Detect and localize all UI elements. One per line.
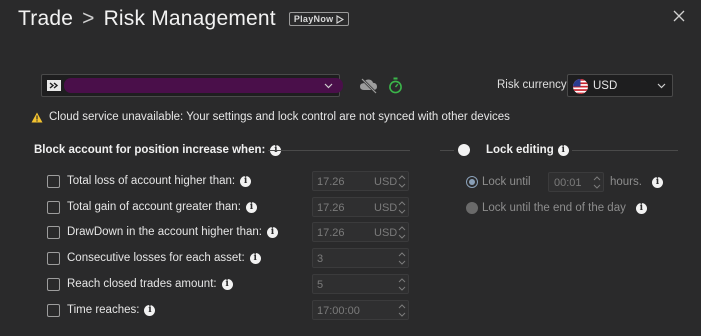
time-reaches-label: Time reaches: — [67, 304, 140, 316]
info-icon[interactable]: i — [249, 252, 261, 264]
hours-label-group: hours. i — [610, 176, 663, 188]
lock-section-heading: Lock editing i — [486, 144, 569, 156]
stepper-icon[interactable] — [398, 225, 406, 240]
lock-end-of-day-option[interactable]: Lock until the end of the day i — [466, 202, 647, 214]
lock-until-label: Lock until — [482, 176, 531, 188]
playnow-button[interactable]: PlayNow — [288, 12, 350, 26]
rule-row-total-loss: Total loss of account higher than: i — [47, 171, 252, 191]
drawdown-input[interactable]: 17.26 USD — [312, 222, 409, 242]
stepper-icon[interactable] — [398, 200, 406, 215]
info-icon[interactable]: i — [240, 175, 252, 187]
block-section-heading: Block account for position increase when… — [34, 144, 282, 156]
closed-trades-input[interactable]: 5 — [312, 274, 409, 294]
total-gain-label: Total gain of account greater than: — [67, 201, 241, 213]
play-icon — [336, 14, 345, 24]
info-icon[interactable]: i — [245, 201, 257, 213]
info-icon[interactable]: i — [144, 304, 156, 316]
block-section-title: Block account for position increase when… — [34, 144, 266, 156]
close-icon[interactable] — [672, 9, 686, 23]
total-gain-unit: USD — [374, 202, 398, 214]
lock-end-of-day-label: Lock until the end of the day — [482, 202, 626, 214]
drawdown-unit: USD — [374, 227, 398, 239]
total-loss-label: Total loss of account higher than: — [67, 175, 236, 187]
chevron-down-icon — [657, 83, 666, 89]
info-icon[interactable]: i — [221, 278, 233, 290]
stepper-icon[interactable] — [398, 277, 406, 292]
page-title: Trade > Risk Management PlayNow — [18, 7, 350, 31]
time-reaches-input[interactable]: 17:00:00 — [312, 300, 409, 320]
hours-label: hours. — [610, 176, 642, 188]
closed-trades-value: 5 — [317, 279, 324, 291]
account-name — [64, 78, 343, 93]
rule-row-consecutive-losses: Consecutive losses for each asset: i — [47, 248, 261, 268]
breadcrumb-risk-management: Risk Management — [103, 7, 276, 30]
closed-trades-checkbox[interactable] — [47, 277, 60, 291]
total-gain-checkbox[interactable] — [47, 200, 60, 214]
lock-until-hours-input[interactable]: 00:01 — [548, 172, 604, 192]
currency-select[interactable]: USD — [567, 74, 673, 97]
timer-icon[interactable] — [388, 77, 403, 94]
total-loss-unit: USD — [374, 176, 398, 188]
divider — [268, 150, 410, 151]
currency-value: USD — [593, 80, 618, 92]
stepper-icon[interactable] — [593, 175, 601, 190]
total-loss-checkbox[interactable] — [47, 174, 60, 188]
risk-currency-label: Risk currency — [497, 79, 567, 91]
warning-text: Cloud service unavailable: Your settings… — [49, 111, 510, 123]
rule-row-closed-trades: Reach closed trades amount: i — [47, 274, 233, 294]
total-gain-input[interactable]: 17.26 USD — [312, 197, 409, 217]
breadcrumb-trade: Trade — [18, 7, 74, 30]
cloud-warning: Cloud service unavailable: Your settings… — [31, 111, 510, 123]
total-loss-input[interactable]: 17.26 USD — [312, 171, 409, 191]
info-icon[interactable]: i — [635, 202, 647, 214]
cloud-off-icon[interactable] — [359, 77, 379, 94]
consecutive-losses-checkbox[interactable] — [47, 251, 60, 265]
info-icon[interactable]: i — [651, 176, 663, 188]
divider — [572, 150, 678, 151]
breadcrumb-separator: > — [82, 7, 95, 30]
us-flag-icon — [573, 79, 588, 94]
drawdown-checkbox[interactable] — [47, 225, 60, 239]
rule-row-total-gain: Total gain of account greater than: i — [47, 197, 257, 217]
account-select[interactable] — [41, 74, 343, 97]
stepper-icon[interactable] — [398, 251, 406, 266]
info-icon[interactable]: i — [557, 144, 569, 156]
lock-editing-toggle[interactable] — [458, 144, 470, 156]
lock-section-title: Lock editing — [486, 144, 554, 156]
account-connection-icon — [47, 80, 61, 91]
consecutive-losses-input[interactable]: 3 — [312, 248, 409, 268]
rule-row-drawdown: DrawDown in the account higher than: i — [47, 222, 278, 242]
lock-end-of-day-radio[interactable] — [466, 202, 478, 214]
stepper-icon[interactable] — [398, 303, 406, 318]
total-gain-value: 17.26 — [317, 202, 345, 214]
lock-until-option[interactable]: Lock until — [466, 176, 531, 188]
consecutive-losses-label: Consecutive losses for each asset: — [67, 252, 245, 264]
stepper-icon[interactable] — [398, 174, 406, 189]
closed-trades-label: Reach closed trades amount: — [67, 278, 217, 290]
drawdown-label: DrawDown in the account higher than: — [67, 226, 262, 238]
consecutive-losses-value: 3 — [317, 253, 324, 265]
warning-icon — [31, 112, 43, 122]
time-reaches-value: 17:00:00 — [317, 305, 360, 317]
time-reaches-checkbox[interactable] — [47, 303, 60, 317]
divider — [440, 150, 454, 151]
rule-row-time-reaches: Time reaches: i — [47, 300, 156, 320]
chevron-down-icon — [324, 83, 333, 89]
info-icon[interactable]: i — [266, 226, 278, 238]
lock-until-radio[interactable] — [466, 176, 478, 188]
drawdown-value: 17.26 — [317, 227, 345, 239]
playnow-label: PlayNow — [293, 14, 334, 24]
lock-until-value: 00:01 — [554, 177, 582, 189]
total-loss-value: 17.26 — [317, 176, 345, 188]
